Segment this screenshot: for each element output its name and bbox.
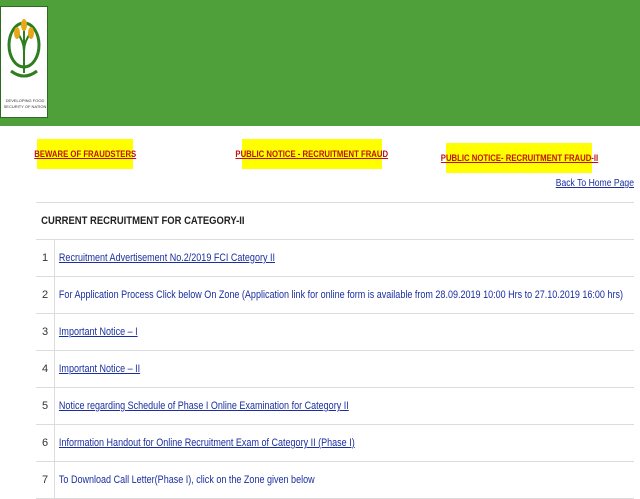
row-number: 4: [41, 363, 49, 375]
table-row: 6 Information Handout for Online Recruit…: [36, 425, 634, 462]
table-row: 1 Recruitment Advertisement No.2/2019 FC…: [36, 240, 634, 277]
application-process-text: For Application Process Click below On Z…: [58, 289, 623, 301]
recruitment-table: CURRENT RECRUITMENT FOR CATEGORY-II 1 Re…: [36, 202, 634, 499]
row-number: 5: [41, 400, 49, 412]
row-number: 1: [41, 252, 49, 264]
table-row: 3 Important Notice – I: [36, 314, 634, 351]
recruitment-advertisement-link[interactable]: Recruitment Advertisement No.2/2019 FCI …: [54, 252, 275, 264]
call-letter-download-text: To Download Call Letter(Phase I), click …: [58, 474, 315, 486]
notice-recruitment-fraud-ii[interactable]: PUBLIC NOTICE- RECRUITMENT FRAUD-II: [440, 143, 598, 173]
table-row: 2 For Application Process Click below On…: [36, 277, 634, 314]
row-number: 2: [41, 289, 49, 301]
table-row: 4 Important Notice – II: [36, 351, 634, 388]
notice-link-recruitment-fraud-ii[interactable]: PUBLIC NOTICE- RECRUITMENT FRAUD-II: [440, 153, 597, 163]
information-handout-link[interactable]: Information Handout for Online Recruitme…: [54, 437, 355, 449]
notice-link-beware-fraudsters[interactable]: BEWARE OF FRAUDSTERS: [34, 149, 136, 159]
important-notice-2-link[interactable]: Important Notice – II: [54, 363, 140, 375]
logo-caption-line1: DEVELOPING FOOD: [5, 98, 45, 103]
fci-logo[interactable]: DEVELOPING FOOD SECURITY OF NATION: [0, 6, 48, 118]
section-title-row: CURRENT RECRUITMENT FOR CATEGORY-II: [36, 203, 634, 240]
section-title: CURRENT RECRUITMENT FOR CATEGORY-II: [41, 215, 245, 227]
row-number: 6: [41, 437, 49, 449]
phase1-schedule-notice-link[interactable]: Notice regarding Schedule of Phase I Onl…: [54, 400, 349, 412]
important-notice-1-link[interactable]: Important Notice – I: [54, 326, 138, 338]
notice-beware-fraudsters[interactable]: BEWARE OF FRAUDSTERS: [34, 139, 136, 169]
row-number: 3: [41, 326, 49, 338]
site-header: DEVELOPING FOOD SECURITY OF NATION: [0, 0, 640, 126]
logo-caption-line2: SECURITY OF NATION: [3, 104, 47, 109]
notice-link-recruitment-fraud[interactable]: PUBLIC NOTICE - RECRUITMENT FRAUD: [236, 149, 389, 159]
back-to-home-link[interactable]: Back To Home Page: [556, 178, 634, 189]
row-number: 7: [41, 474, 49, 486]
notice-recruitment-fraud[interactable]: PUBLIC NOTICE - RECRUITMENT FRAUD: [236, 139, 388, 169]
table-row: 5 Notice regarding Schedule of Phase I O…: [36, 388, 634, 425]
table-row: 7 To Download Call Letter(Phase I), clic…: [36, 462, 634, 499]
wheat-emblem-icon: [7, 19, 41, 78]
